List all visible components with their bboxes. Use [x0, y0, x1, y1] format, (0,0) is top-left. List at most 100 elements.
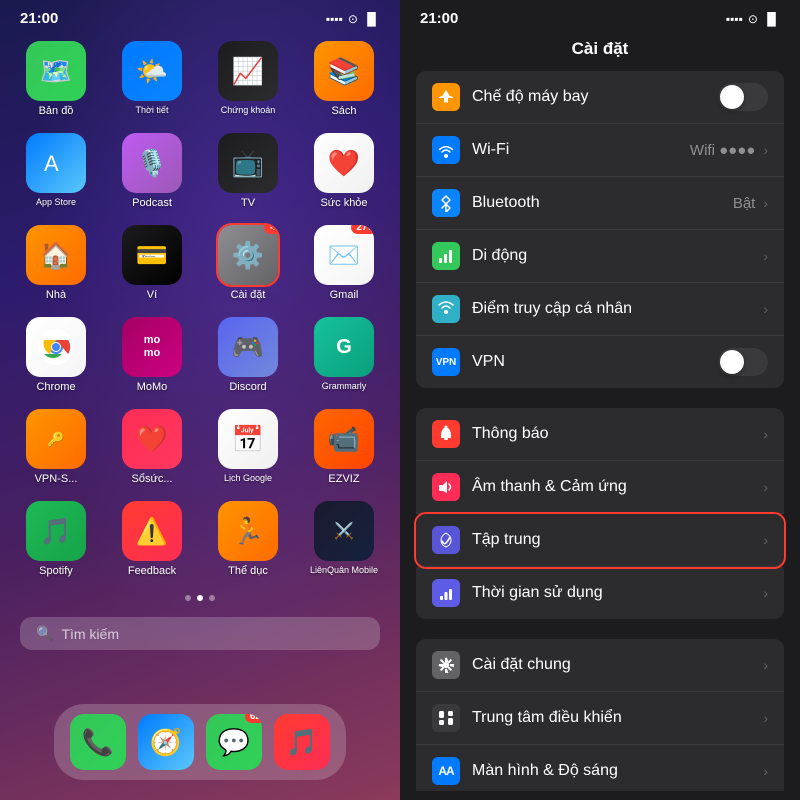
app-item-vpn[interactable]: 🔑VPN-S... — [16, 409, 96, 485]
settings-label-general: Cài đặt chung — [472, 656, 763, 674]
page-dot-active — [197, 595, 203, 601]
settings-label-wifi: Wi-Fi — [472, 141, 690, 159]
dock-icon-messages: 💬62 — [206, 714, 262, 770]
settings-group-inner-2: Cài đặt chung›Trung tâm điều khiển›AAMàn… — [416, 639, 784, 791]
settings-row-bluetooth[interactable]: BluetoothBật › — [416, 177, 784, 230]
settings-row-airplane[interactable]: Chế độ máy bay — [416, 71, 784, 124]
settings-label-display: Màn hình & Độ sáng — [472, 762, 763, 780]
app-item-lienquan[interactable]: ⚔️ LiênQuân Mobile — [304, 501, 384, 577]
dock-item-music[interactable]: 🎵 — [274, 714, 330, 770]
dock-icon-music: 🎵 — [274, 714, 330, 770]
time-left: 21:00 — [20, 10, 58, 27]
app-item-tv[interactable]: 📺TV — [208, 133, 288, 209]
settings-icon-hotspot — [432, 295, 460, 323]
settings-icon-mobile — [432, 242, 460, 270]
app-item-sosuck[interactable]: ❤️ Sổsức... — [112, 409, 192, 485]
app-item-wallet[interactable]: 💳Ví — [112, 225, 192, 301]
settings-row-focus[interactable]: Tập trung› — [416, 514, 784, 567]
app-item-chrome[interactable]: Chrome — [16, 317, 96, 393]
app-grid: 🗺️Bản đồ🌤️Thời tiết📈Chứng khoán📚Sách AApp… — [0, 31, 400, 587]
app-item-home[interactable]: 🏠 Nhà — [16, 225, 96, 301]
settings-group-2: Cài đặt chung›Trung tâm điều khiển›AAMàn… — [400, 639, 800, 791]
dock-badge-messages: 62 — [245, 714, 262, 723]
chevron-screentime: › — [763, 585, 768, 601]
app-icon-home: 🏠 — [26, 225, 86, 285]
app-item-grammarly[interactable]: GGrammarly — [304, 317, 384, 393]
settings-label-airplane: Chế độ máy bay — [472, 88, 718, 106]
app-item-settings[interactable]: ⚙️4Cài đặt — [208, 225, 288, 301]
svg-text:A: A — [44, 151, 59, 176]
settings-label-mobile: Di động — [472, 247, 763, 265]
app-label-home: Nhà — [46, 289, 66, 301]
app-icon-sosuck: ❤️ — [122, 409, 182, 469]
page-dots — [0, 587, 400, 609]
toggle-airplane[interactable] — [718, 83, 768, 111]
settings-row-notifications[interactable]: Thông báo› — [416, 408, 784, 461]
settings-row-mobile[interactable]: Di động› — [416, 230, 784, 283]
app-label-ezviz: EZVIZ — [328, 473, 359, 485]
app-item-discord[interactable]: 🎮Discord — [208, 317, 288, 393]
settings-row-control[interactable]: Trung tâm điều khiển› — [416, 692, 784, 745]
app-item-gmail[interactable]: ✉️277Gmail — [304, 225, 384, 301]
app-icon-fitness: 🏃 — [218, 501, 278, 561]
app-item-feedback[interactable]: ⚠️Feedback — [112, 501, 192, 577]
settings-row-wifi[interactable]: Wi-FiWifi ●●●●› — [416, 124, 784, 177]
app-label-chrome: Chrome — [36, 381, 75, 393]
settings-row-display[interactable]: AAMàn hình & Độ sáng› — [416, 745, 784, 791]
dock-item-messages[interactable]: 💬62 — [206, 714, 262, 770]
dock-item-safari[interactable]: 🧭 — [138, 714, 194, 770]
settings-icon-vpn: VPN — [432, 348, 460, 376]
battery-icon: ▐▌ — [363, 12, 380, 26]
app-item-maps[interactable]: 🗺️Bản đồ — [16, 41, 96, 117]
search-placeholder: Tìm kiếm — [61, 626, 119, 642]
toggle-vpn[interactable] — [718, 348, 768, 376]
app-label-maps: Bản đồ — [39, 105, 74, 117]
app-item-books[interactable]: 📚Sách — [304, 41, 384, 117]
chevron-control: › — [763, 710, 768, 726]
settings-label-bluetooth: Bluetooth — [472, 194, 733, 212]
app-item-stocks[interactable]: 📈Chứng khoán — [208, 41, 288, 117]
app-label-momo: MoMo — [137, 381, 168, 393]
settings-content: Chế độ máy bayWi-FiWifi ●●●●›BluetoothBậ… — [400, 71, 800, 791]
dock-item-phone[interactable]: 📞 — [70, 714, 126, 770]
settings-row-hotspot[interactable]: Điểm truy cập cá nhân› — [416, 283, 784, 336]
app-item-calendar[interactable]: 📅Lịch Google — [208, 409, 288, 485]
search-bar[interactable]: 🔍 Tìm kiếm — [20, 617, 380, 650]
settings-group-0: Chế độ máy bayWi-FiWifi ●●●●›BluetoothBậ… — [400, 71, 800, 388]
app-item-podcasts[interactable]: 🎙️Podcast — [112, 133, 192, 209]
app-icon-discord: 🎮 — [218, 317, 278, 377]
app-item-appstore[interactable]: AApp Store — [16, 133, 96, 209]
app-icon-spotify: 🎵 — [26, 501, 86, 561]
settings-icon-bluetooth — [432, 189, 460, 217]
settings-value-bluetooth: Bật — [733, 195, 756, 212]
settings-row-general[interactable]: Cài đặt chung› — [416, 639, 784, 692]
app-label-wallet: Ví — [147, 289, 157, 301]
app-label-health: Sức khỏe — [320, 197, 367, 209]
settings-row-sounds[interactable]: Âm thanh & Cảm ứng› — [416, 461, 784, 514]
app-icon-lienquan: ⚔️ — [314, 501, 374, 561]
settings-row-screentime[interactable]: Thời gian sử dụng› — [416, 567, 784, 619]
app-label-settings: Cài đặt — [231, 289, 266, 301]
app-label-sosuck: Sổsức... — [132, 473, 173, 485]
app-item-health[interactable]: ❤️Sức khỏe — [304, 133, 384, 209]
app-label-stocks: Chứng khoán — [221, 105, 276, 115]
settings-label-notifications: Thông báo — [472, 425, 763, 443]
settings-label-sounds: Âm thanh & Cảm ứng — [472, 478, 763, 496]
app-item-fitness[interactable]: 🏃Thể dục — [208, 501, 288, 577]
left-panel: 21:00 ▪▪▪▪ ⊙ ▐▌ 🗺️Bản đồ🌤️Thời tiết📈Chứn… — [0, 0, 400, 800]
settings-icon-sounds — [432, 473, 460, 501]
app-label-tv: TV — [241, 197, 255, 209]
app-label-lienquan: LiênQuân Mobile — [310, 565, 378, 575]
settings-icon-general — [432, 651, 460, 679]
app-item-momo[interactable]: momoMoMo — [112, 317, 192, 393]
app-item-spotify[interactable]: 🎵Spotify — [16, 501, 96, 577]
chevron-hotspot: › — [763, 301, 768, 317]
chevron-sounds: › — [763, 479, 768, 495]
chevron-bluetooth: › — [763, 195, 768, 211]
app-item-weather[interactable]: 🌤️Thời tiết — [112, 41, 192, 117]
app-label-feedback: Feedback — [128, 565, 176, 577]
chevron-wifi: › — [763, 142, 768, 158]
app-icon-chrome — [26, 317, 86, 377]
settings-row-vpn[interactable]: VPNVPN — [416, 336, 784, 388]
app-item-ezviz[interactable]: 📹EZVIZ — [304, 409, 384, 485]
